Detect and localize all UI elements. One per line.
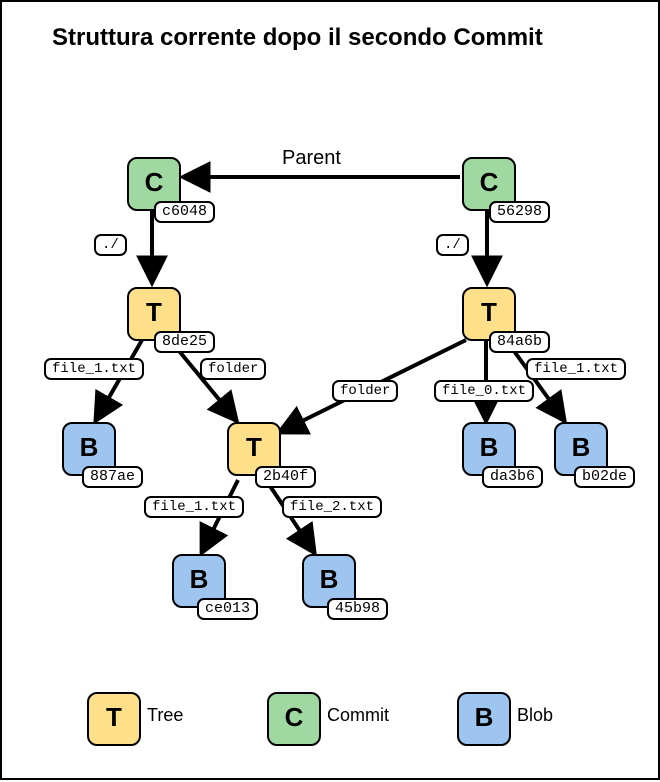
blob-hash-5: 45b98 bbox=[327, 598, 388, 620]
blob-hash-4: ce013 bbox=[197, 598, 258, 620]
blob-hash-2: da3b6 bbox=[482, 466, 543, 488]
legend-commit-label: Commit bbox=[327, 705, 389, 726]
legend-blob-icon: B bbox=[457, 692, 511, 746]
legend-blob-label: Blob bbox=[517, 705, 553, 726]
edge-file1b: file_1.txt bbox=[526, 358, 626, 380]
edge-folder2: folder bbox=[332, 380, 398, 402]
blob-hash-3: b02de bbox=[574, 466, 635, 488]
root-label-1: ./ bbox=[94, 234, 127, 256]
parent-label: Parent bbox=[282, 147, 341, 170]
legend-tree-label: Tree bbox=[147, 705, 183, 726]
diagram-frame: Struttura corrente dopo il secondo Commi… bbox=[0, 0, 660, 780]
tree-hash-1: 8de25 bbox=[154, 331, 215, 353]
blob-hash-1: 887ae bbox=[82, 466, 143, 488]
tree-hash-2: 84a6b bbox=[489, 331, 550, 353]
arrows-layer bbox=[2, 2, 660, 782]
commit-hash-2: 56298 bbox=[489, 201, 550, 223]
edge-file1a: file_1.txt bbox=[44, 358, 144, 380]
edge-file2: file_2.txt bbox=[282, 496, 382, 518]
root-label-2: ./ bbox=[436, 234, 469, 256]
edge-file0: file_0.txt bbox=[434, 380, 534, 402]
edge-file1c: file_1.txt bbox=[144, 496, 244, 518]
legend-commit-icon: C bbox=[267, 692, 321, 746]
commit-hash-1: c6048 bbox=[154, 201, 215, 223]
legend-tree-icon: T bbox=[87, 692, 141, 746]
edge-folder1: folder bbox=[200, 358, 266, 380]
tree-hash-3: 2b40f bbox=[255, 466, 316, 488]
